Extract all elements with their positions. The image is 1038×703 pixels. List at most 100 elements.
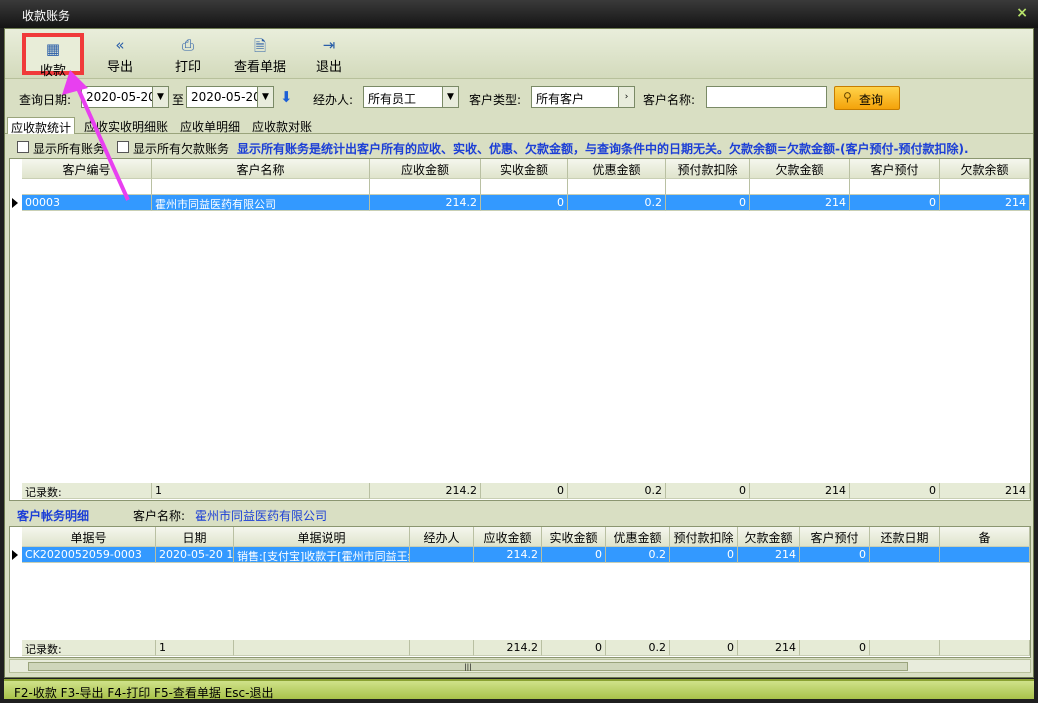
summary-row-cell: 0.2 <box>568 195 666 211</box>
customer-type-value: 所有客户 <box>536 92 585 106</box>
summary-header-row-cell[interactable]: 客户编号 <box>22 159 152 179</box>
tab-receivable-stats[interactable]: 应收款统计 <box>7 117 76 135</box>
detail-header-row-cell[interactable]: 还款日期 <box>870 527 940 547</box>
summary-total-row-cell: 0 <box>666 483 750 499</box>
detail-row-cell: 0 <box>542 547 606 563</box>
view-document-button-label: 查看单据 <box>233 60 286 75</box>
detail-row-cell: 0 <box>800 547 870 563</box>
detail-total-row-cell <box>234 640 410 656</box>
detail-header-row-cell[interactable]: 实收金额 <box>542 527 606 547</box>
tab-receivable-detail-ledger[interactable]: 应收实收明细账 <box>81 117 171 134</box>
show-all-checkbox[interactable]: 显示所有账务 <box>17 140 105 157</box>
detail-row-cell: 销售:[支付宝]收款于[霍州市同益王维 <box>234 547 410 563</box>
exit-button[interactable]: ⇥ 退出 <box>306 33 352 75</box>
detail-header-row-cell[interactable]: 日期 <box>156 527 234 547</box>
chevron-down-icon[interactable]: ▼ <box>442 87 458 107</box>
customer-type-select[interactable]: 所有客户 › <box>531 86 635 108</box>
detail-header-row: 单据号 日期 单据说明 经办人 应收金额 实收金额 优惠金额 预付款扣除 欠款金额 客户预付 还款日… <box>10 527 1030 547</box>
close-icon[interactable]: × <box>1016 5 1028 21</box>
detail-header-row-cell[interactable]: 经办人 <box>410 527 474 547</box>
detail-header-row-cell[interactable]: 欠款金额 <box>738 527 800 547</box>
date-to-value: 2020-05-20 <box>191 90 261 104</box>
handler-select[interactable]: 所有员工 ▼ <box>363 86 459 108</box>
detail-header-row-cell[interactable]: 备 <box>940 527 1030 547</box>
to-label: 至 <box>172 93 185 107</box>
detail-row-cell: 0 <box>670 547 738 563</box>
summary-total-row-cell: 0 <box>850 483 940 499</box>
double-chevron-left-icon: « <box>115 36 125 54</box>
show-all-label: 显示所有账务 <box>33 142 106 156</box>
detail-row[interactable]: CK2020052059-0003 2020-05-20 10 销售:[支付宝]收款… <box>10 547 1030 563</box>
summary-header-row-cell[interactable]: 实收金额 <box>481 159 568 179</box>
summary-header-row-cell[interactable]: 优惠金额 <box>568 159 666 179</box>
detail-customer-value: 霍州市同益医药有限公司 <box>195 509 328 523</box>
customer-name-input[interactable] <box>706 86 827 108</box>
detail-total-row-cell: 0 <box>800 640 870 656</box>
summary-filter-row-cell <box>750 179 850 195</box>
summary-total-row-cell: 214 <box>940 483 1030 499</box>
export-button[interactable]: « 导出 <box>97 33 143 75</box>
summary-row-cell: 214 <box>940 195 1030 211</box>
checkbox-box[interactable] <box>117 141 129 153</box>
detail-total-row-cell: 0 <box>542 640 606 656</box>
detail-header-row-cell[interactable]: 单据号 <box>22 527 156 547</box>
summary-header-row-cell[interactable]: 欠款金额 <box>750 159 850 179</box>
date-label: 查询日期: <box>19 93 72 107</box>
print-button[interactable]: ⎙ 打印 <box>165 33 211 75</box>
detail-total-row-cell: 1 <box>156 640 234 656</box>
row-marker-icon <box>12 550 18 560</box>
collect-button[interactable]: ▦ 收款 <box>22 33 84 79</box>
detail-row-cell <box>940 547 1030 563</box>
summary-total-row-cell: 214 <box>750 483 850 499</box>
summary-filter-row-cell <box>481 179 568 195</box>
show-debt-checkbox[interactable]: 显示所有欠款账务 <box>117 140 229 157</box>
summary-row-cell: 214 <box>750 195 850 211</box>
toolbar: ▦ 收款 « 导出 ⎙ 打印 🗎 查看单据 ⇥ 退出 <box>5 29 1033 79</box>
detail-header-row-cell[interactable]: 应收金额 <box>474 527 542 547</box>
chevron-right-icon[interactable]: › <box>618 87 634 107</box>
date-to-picker[interactable]: 2020-05-20 ▼ <box>186 86 274 108</box>
detail-header-row-cell[interactable]: 预付款扣除 <box>670 527 738 547</box>
summary-filter-row[interactable] <box>10 179 1030 195</box>
summary-filter-row-cell <box>850 179 940 195</box>
detail-table: 单据号 日期 单据说明 经办人 应收金额 实收金额 优惠金额 预付款扣除 欠款金额 客户预付 还款日… <box>9 526 1031 658</box>
document-view-icon: 🗎 <box>253 37 267 55</box>
tab-receivable-reconciliation[interactable]: 应收款对账 <box>249 117 315 134</box>
date-from-picker[interactable]: 2020-05-20 ▼ <box>81 86 169 108</box>
view-document-button[interactable]: 🗎 查看单据 <box>229 33 291 75</box>
summary-filter-row-cell <box>940 179 1030 195</box>
arrow-down-icon[interactable]: ⬇ <box>280 88 293 106</box>
summary-total-row-cell: 214.2 <box>370 483 481 499</box>
horizontal-scrollbar[interactable]: ||| <box>9 659 1031 673</box>
detail-header-row-cell[interactable]: 优惠金额 <box>606 527 670 547</box>
summary-row-cell: 0 <box>666 195 750 211</box>
chevron-down-icon[interactable]: ▼ <box>152 87 168 107</box>
detail-header-row-cell[interactable]: 客户预付 <box>800 527 870 547</box>
summary-row-cell: 0 <box>481 195 568 211</box>
detail-row-cell: 2020-05-20 10 <box>156 547 234 563</box>
summary-total-row-cell: 0 <box>481 483 568 499</box>
exit-door-icon: ⇥ <box>322 36 336 54</box>
detail-total-row-cell <box>940 640 1030 656</box>
summary-row[interactable]: 00003 霍州市同益医药有限公司 214.2 0 0.2 0 214 0 214 <box>10 195 1030 211</box>
scrollbar-thumb[interactable]: ||| <box>28 662 908 671</box>
summary-total-row-cell: 0.2 <box>568 483 666 499</box>
summary-header-row-cell[interactable]: 预付款扣除 <box>666 159 750 179</box>
query-button[interactable]: ⚲ 查询 <box>834 86 900 110</box>
customer-name-label: 客户名称: <box>643 93 696 107</box>
chevron-down-icon[interactable]: ▼ <box>257 87 273 107</box>
tab-receivable-invoice-detail[interactable]: 应收单明细 <box>177 117 243 134</box>
summary-header-row-cell[interactable]: 应收金额 <box>370 159 481 179</box>
collect-button-label: 收款 <box>39 64 66 79</box>
checkbox-box[interactable] <box>17 141 29 153</box>
summary-row-cell: 霍州市同益医药有限公司 <box>152 195 370 211</box>
detail-section-title: 客户帐务明细 <box>17 509 90 523</box>
title-bar: 收款账务 × <box>0 0 1038 28</box>
summary-header-row-cell[interactable]: 欠款余额 <box>940 159 1030 179</box>
detail-header-row-cell[interactable]: 单据说明 <box>234 527 410 547</box>
detail-row-cell: 214 <box>738 547 800 563</box>
window-title: 收款账务 <box>22 9 71 23</box>
summary-row-cell: 00003 <box>22 195 152 211</box>
summary-header-row-cell[interactable]: 客户预付 <box>850 159 940 179</box>
summary-header-row-cell[interactable]: 客户名称 <box>152 159 370 179</box>
